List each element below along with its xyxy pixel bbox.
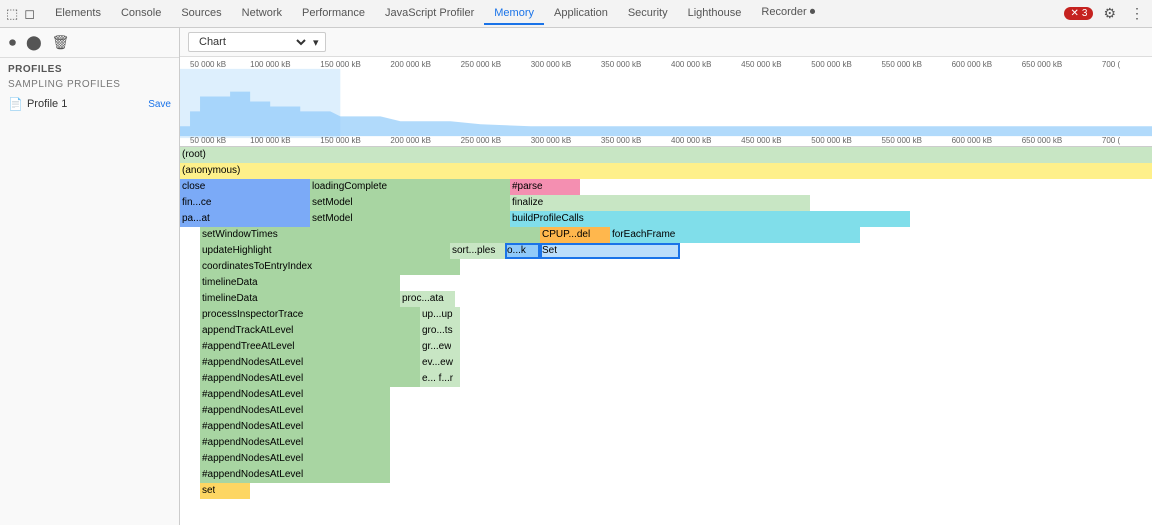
- more-button[interactable]: ⋮: [1126, 3, 1148, 24]
- tab-memory[interactable]: Memory: [484, 3, 544, 25]
- chart-select[interactable]: Chart Heavy (Bottom Up) Tree (Top Down) …: [195, 35, 309, 49]
- sidebar-section-label: SAMPLING PROFILES: [0, 77, 179, 94]
- svg-text:300 000 kB: 300 000 kB: [531, 60, 572, 69]
- top-bar: ⬚ ◻ Elements Console Sources Network Per…: [0, 0, 1152, 28]
- flame-table: (root) (anonymous) close loadingComplete: [180, 147, 1152, 525]
- svg-text:500 000 kB: 500 000 kB: [811, 136, 852, 145]
- flame-row-timeline1: timelineData: [180, 275, 1152, 291]
- svg-text:350 000 kB: 350 000 kB: [601, 60, 642, 69]
- sidebar-title: Profiles: [0, 58, 179, 77]
- flame-row-appendtrack: appendTrackAtLevel gro...ts: [180, 323, 1152, 339]
- svg-text:400 000 kB: 400 000 kB: [671, 136, 712, 145]
- flame-row-appendnodes6: #appendNodesAtLevel: [180, 435, 1152, 451]
- tab-security[interactable]: Security: [618, 3, 678, 25]
- profile-icon: 📄: [8, 97, 23, 111]
- svg-text:600 000 kB: 600 000 kB: [952, 60, 993, 69]
- svg-text:250 000 kB: 250 000 kB: [461, 60, 502, 69]
- tab-console[interactable]: Console: [111, 3, 171, 25]
- flame-row-appendnodes4: #appendNodesAtLevel: [180, 403, 1152, 419]
- svg-text:500 000 kB: 500 000 kB: [811, 60, 852, 69]
- svg-text:450 000 kB: 450 000 kB: [741, 136, 782, 145]
- tab-javascript-profiler[interactable]: JavaScript Profiler: [375, 3, 484, 25]
- tab-recorder[interactable]: Recorder ⏺: [751, 2, 825, 25]
- svg-text:650 000 kB: 650 000 kB: [1022, 60, 1063, 69]
- flame-row-appendnodes7: #appendNodesAtLevel: [180, 451, 1152, 467]
- top-bar-right: ✕ 3 ⚙ ⋮: [1064, 3, 1148, 24]
- devtools-icon-group: ⬚ ◻: [4, 4, 37, 24]
- devtools-icon-1[interactable]: ⬚: [4, 4, 20, 24]
- svg-text:550 000 kB: 550 000 kB: [881, 136, 922, 145]
- error-badge[interactable]: ✕ 3: [1064, 7, 1093, 20]
- record-button[interactable]: ⏺: [6, 32, 19, 53]
- root-label: (root): [182, 147, 206, 163]
- svg-text:700 (: 700 (: [1102, 60, 1121, 69]
- svg-text:700 (: 700 (: [1102, 136, 1121, 145]
- flame-row-appendnodes5: #appendNodesAtLevel: [180, 419, 1152, 435]
- content-area: Chart Heavy (Bottom Up) Tree (Top Down) …: [180, 28, 1152, 525]
- sidebar-toolbar: ⏺ ⬤ 🗑: [0, 28, 179, 58]
- svg-text:600 000 kB: 600 000 kB: [952, 136, 993, 145]
- chevron-down-icon: ▾: [313, 36, 319, 49]
- tab-lighthouse[interactable]: Lighthouse: [678, 3, 752, 25]
- flame-row-inspector: processInspectorTrace up...up: [180, 307, 1152, 323]
- svg-text:350 000 kB: 350 000 kB: [601, 136, 642, 145]
- tab-elements[interactable]: Elements: [45, 3, 111, 25]
- chart-overview[interactable]: 50 000 kB 100 000 kB 150 000 kB 200 000 …: [180, 57, 1152, 147]
- svg-text:400 000 kB: 400 000 kB: [671, 60, 712, 69]
- svg-text:100 000 kB: 100 000 kB: [250, 60, 291, 69]
- flame-row-appendtree: #appendTreeAtLevel gr...ew: [180, 339, 1152, 355]
- svg-text:250 000 kB: 250 000 kB: [461, 136, 502, 145]
- anonymous-label: (anonymous): [182, 163, 240, 179]
- svg-text:100 000 kB: 100 000 kB: [250, 136, 291, 145]
- settings-button[interactable]: ⚙: [1099, 3, 1120, 24]
- svg-text:300 000 kB: 300 000 kB: [531, 136, 572, 145]
- flame-row-appendnodes8: #appendNodesAtLevel: [180, 467, 1152, 483]
- flame-row-finalize: fin...ce setModel finalize: [180, 195, 1152, 211]
- svg-text:450 000 kB: 450 000 kB: [741, 60, 782, 69]
- profile-name: Profile 1: [27, 98, 144, 110]
- tab-sources[interactable]: Sources: [171, 3, 231, 25]
- svg-text:150 000 kB: 150 000 kB: [320, 136, 361, 145]
- svg-text:50 000 kB: 50 000 kB: [190, 60, 226, 69]
- chart-svg: 50 000 kB 100 000 kB 150 000 kB 200 000 …: [180, 57, 1152, 146]
- flame-row-coord: coordinatesToEntryIndex: [180, 259, 1152, 275]
- flame-row-appendnodes2: #appendNodesAtLevel e... f...r: [180, 371, 1152, 387]
- tab-network[interactable]: Network: [232, 3, 292, 25]
- error-icon: ✕: [1070, 8, 1078, 19]
- flame-graph-area[interactable]: (root) (anonymous) close loadingComplete: [180, 147, 1152, 525]
- nav-tabs: Elements Console Sources Network Perform…: [45, 2, 1064, 25]
- svg-text:150 000 kB: 150 000 kB: [320, 60, 361, 69]
- chart-toolbar: Chart Heavy (Bottom Up) Tree (Top Down) …: [180, 28, 1152, 57]
- flame-row-pa: pa...at setModel buildProfileCalls: [180, 211, 1152, 227]
- svg-text:50 000 kB: 50 000 kB: [190, 136, 226, 145]
- flame-row-close: close loadingComplete #parse: [180, 179, 1152, 195]
- profile-item[interactable]: 📄 Profile 1 Save: [0, 94, 179, 114]
- sidebar: ⏺ ⬤ 🗑 Profiles SAMPLING PROFILES 📄 Profi…: [0, 28, 180, 525]
- svg-text:550 000 kB: 550 000 kB: [881, 60, 922, 69]
- flame-row-timeline2: timelineData proc...ata: [180, 291, 1152, 307]
- flame-row-setwindow: setWindowTimes CPUP...del forEachFrame: [180, 227, 1152, 243]
- flame-row-root[interactable]: (root): [180, 147, 1152, 163]
- flame-row-update: updateHighlight sort...ples o...k Set: [180, 243, 1152, 259]
- tab-application[interactable]: Application: [544, 3, 618, 25]
- svg-text:200 000 kB: 200 000 kB: [390, 60, 431, 69]
- chart-select-wrapper[interactable]: Chart Heavy (Bottom Up) Tree (Top Down) …: [188, 32, 326, 52]
- svg-text:650 000 kB: 650 000 kB: [1022, 136, 1063, 145]
- clear-button[interactable]: 🗑: [49, 32, 73, 53]
- flame-row-anonymous[interactable]: (anonymous): [180, 163, 1152, 179]
- stop-button[interactable]: ⬤: [23, 32, 45, 53]
- flame-row-appendnodes3: #appendNodesAtLevel: [180, 387, 1152, 403]
- flame-row-set: set: [180, 483, 1152, 499]
- svg-text:200 000 kB: 200 000 kB: [390, 136, 431, 145]
- main-layout: ⏺ ⬤ 🗑 Profiles SAMPLING PROFILES 📄 Profi…: [0, 28, 1152, 525]
- tab-performance[interactable]: Performance: [292, 3, 375, 25]
- flame-row-appendnodes1: #appendNodesAtLevel ev...ew: [180, 355, 1152, 371]
- error-count: 3: [1082, 8, 1088, 19]
- devtools-icon-2[interactable]: ◻: [22, 4, 37, 24]
- save-profile-button[interactable]: Save: [148, 99, 171, 110]
